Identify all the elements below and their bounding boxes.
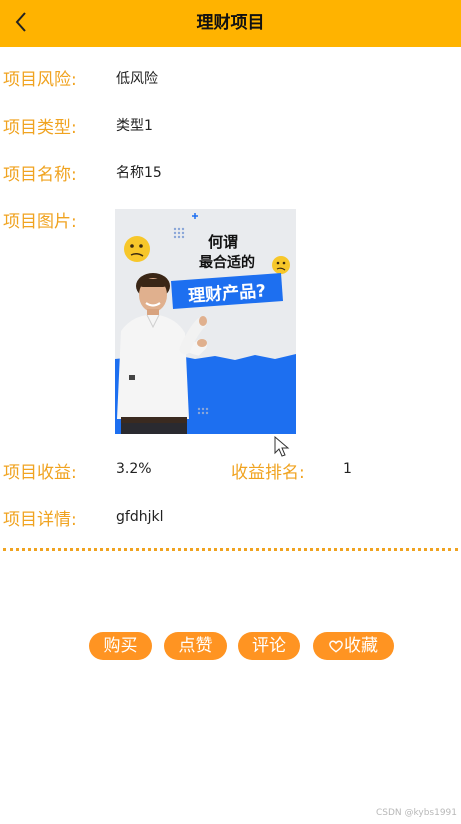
favorite-button-label: 收藏 bbox=[344, 636, 378, 656]
app-header: 理财项目 bbox=[0, 0, 461, 47]
like-button[interactable]: 点赞 bbox=[164, 632, 227, 660]
rank-value: 1 bbox=[343, 461, 352, 477]
heart-outline-icon bbox=[329, 640, 343, 653]
product-image-art: 何谓 最合适的 理财产品? bbox=[115, 209, 296, 434]
risk-value: 低风险 bbox=[116, 71, 158, 87]
buy-button[interactable]: 购买 bbox=[89, 632, 152, 660]
back-button[interactable] bbox=[6, 5, 36, 39]
income-label: 项目收益: bbox=[3, 463, 77, 483]
action-button-row: 购买 点赞 评论 收藏 bbox=[0, 632, 461, 662]
product-image[interactable]: 何谓 最合适的 理财产品? bbox=[115, 209, 296, 434]
image-label: 项目图片: bbox=[3, 212, 77, 232]
details-value: gfdhjkl bbox=[116, 509, 164, 525]
details-label: 项目详情: bbox=[3, 510, 77, 530]
mouse-cursor-icon bbox=[274, 436, 290, 457]
type-label: 项目类型: bbox=[3, 118, 77, 138]
page-title: 理财项目 bbox=[196, 13, 265, 33]
favorite-button[interactable]: 收藏 bbox=[313, 632, 394, 660]
image-text-line1: 何谓 bbox=[208, 233, 238, 251]
name-value: 名称15 bbox=[116, 165, 162, 181]
image-text-line2: 最合适的 bbox=[199, 254, 255, 271]
rank-label: 收益排名: bbox=[231, 463, 305, 483]
dotted-divider bbox=[3, 548, 458, 551]
risk-label: 项目风险: bbox=[3, 70, 77, 90]
income-value: 3.2% bbox=[116, 461, 152, 477]
type-value: 类型1 bbox=[116, 118, 153, 134]
chevron-left-icon bbox=[15, 12, 26, 32]
watermark: CSDN @kybs1991 bbox=[375, 808, 457, 818]
page: 理财项目 项目风险: 低风险 项目类型: 类型1 项目名称: 名称15 项目图片… bbox=[0, 0, 461, 824]
comment-button[interactable]: 评论 bbox=[238, 632, 300, 660]
name-label: 项目名称: bbox=[3, 165, 77, 185]
